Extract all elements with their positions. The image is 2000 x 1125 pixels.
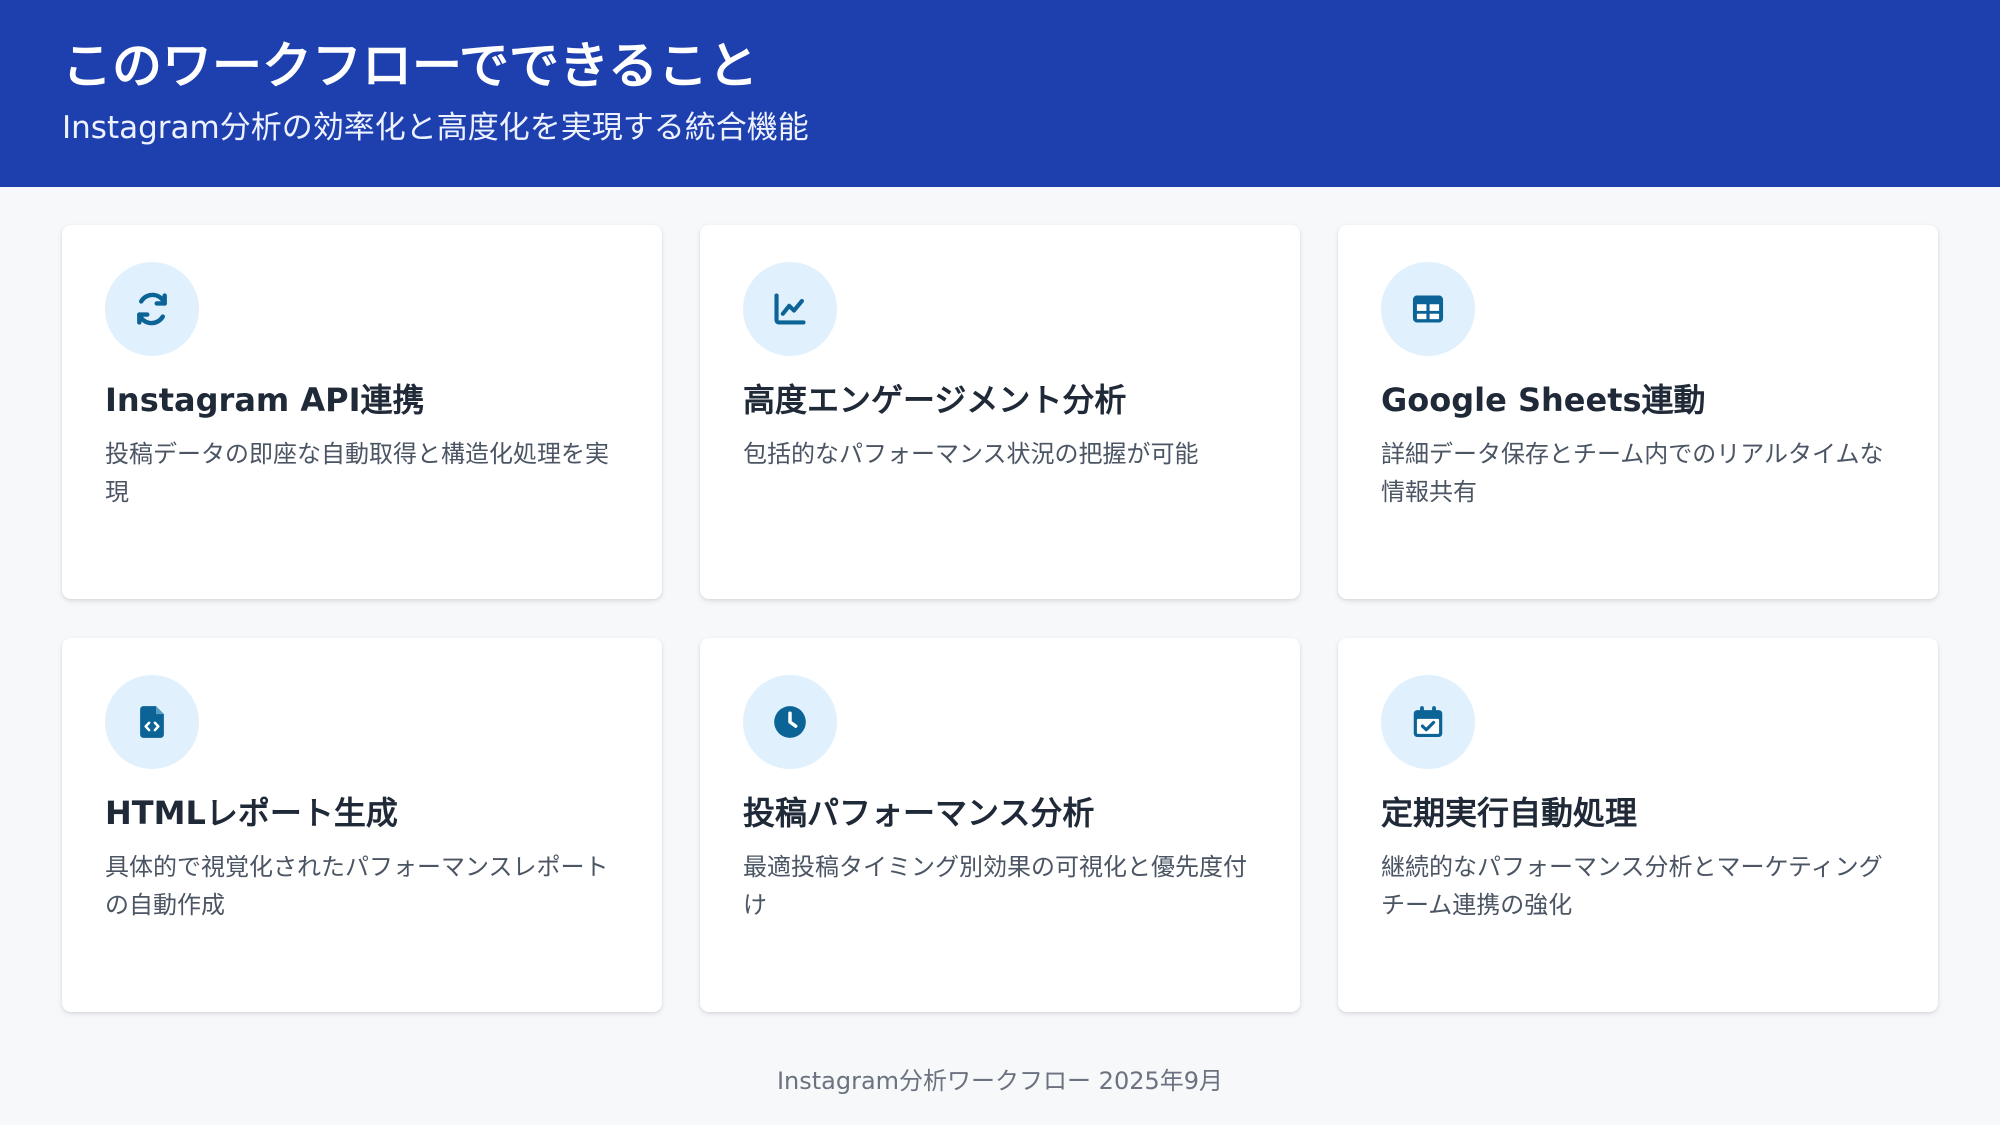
icon-badge	[1381, 675, 1475, 769]
card-title: 高度エンゲージメント分析	[743, 381, 1127, 419]
card-title: 定期実行自動処理	[1381, 794, 1638, 832]
feature-card-html-report: HTMLレポート生成 具体的で視覚化されたパフォーマンスレポートの自動作成	[62, 638, 662, 1012]
page-title: このワークフローでできること	[62, 37, 758, 95]
card-description: 最適投稿タイミング別効果の可視化と優先度付け	[743, 853, 1247, 919]
card-title: Instagram API連携	[105, 381, 425, 419]
feature-card-instagram-api: Instagram API連携 投稿データの即座な自動取得と構造化処理を実現	[62, 225, 662, 599]
sync-icon	[137, 292, 167, 326]
card-description: 具体的で視覚化されたパフォーマンスレポートの自動作成	[105, 853, 609, 919]
card-description: 包括的なパフォーマンス状況の把握が可能	[743, 440, 1199, 468]
icon-badge	[105, 675, 199, 769]
file-code-icon	[140, 706, 164, 738]
line-chart-icon	[774, 293, 806, 325]
icon-badge	[743, 262, 837, 356]
card-title: 投稿パフォーマンス分析	[743, 794, 1095, 832]
card-title: Google Sheets連動	[1381, 381, 1706, 419]
header-banner: このワークフローでできること Instagram分析の効率化と高度化を実現する統…	[0, 0, 2000, 187]
feature-card-engagement-analysis: 高度エンゲージメント分析 包括的なパフォーマンス状況の把握が可能	[700, 225, 1300, 599]
icon-badge	[743, 675, 837, 769]
calendar-check-icon	[1413, 706, 1443, 738]
icon-badge	[1381, 262, 1475, 356]
feature-card-post-performance: 投稿パフォーマンス分析 最適投稿タイミング別効果の可視化と優先度付け	[700, 638, 1300, 1012]
clock-icon	[774, 706, 806, 738]
card-description: 詳細データ保存とチーム内でのリアルタイムな情報共有	[1381, 440, 1884, 506]
footer-text: Instagram分析ワークフロー 2025年9月	[776, 1067, 1224, 1095]
card-description: 継続的なパフォーマンス分析とマーケティングチーム連携の強化	[1381, 853, 1883, 919]
table-icon	[1412, 295, 1444, 323]
icon-badge	[105, 262, 199, 356]
feature-card-scheduled-automation: 定期実行自動処理 継続的なパフォーマンス分析とマーケティングチーム連携の強化	[1338, 638, 1938, 1012]
card-description: 投稿データの即座な自動取得と構造化処理を実現	[105, 440, 609, 506]
card-title: HTMLレポート生成	[105, 794, 398, 832]
feature-card-google-sheets: Google Sheets連動 詳細データ保存とチーム内でのリアルタイムな情報共…	[1338, 225, 1938, 599]
page-subtitle: Instagram分析の効率化と高度化を実現する統合機能	[62, 110, 809, 146]
